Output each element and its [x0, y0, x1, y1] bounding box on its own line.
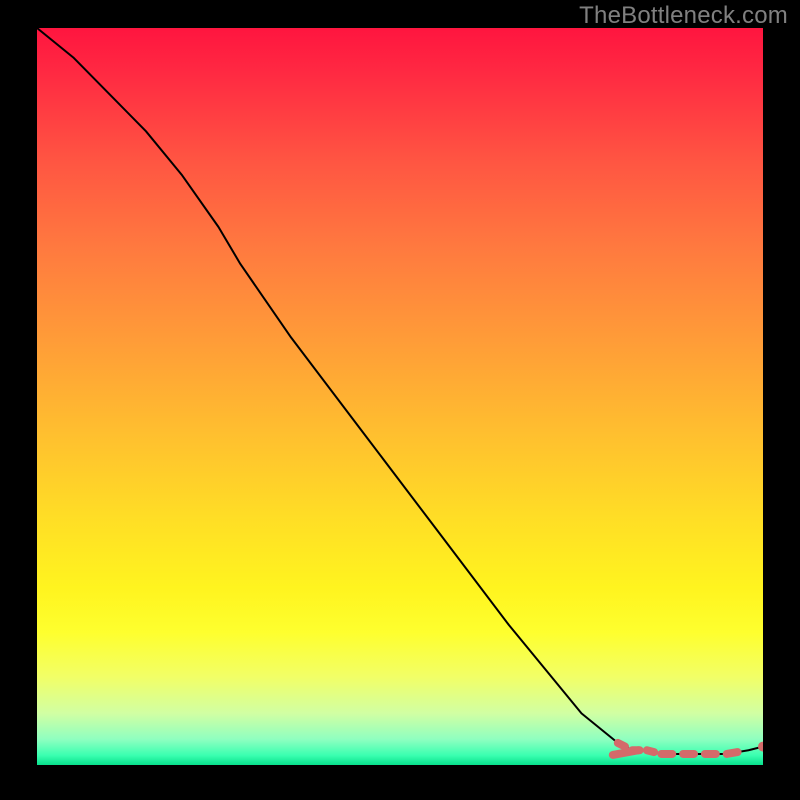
chart-overlay: [37, 28, 763, 765]
end-marker: [758, 742, 763, 752]
highlight-band: [613, 743, 738, 755]
chart-frame: TheBottleneck.com: [0, 0, 800, 800]
watermark-text: TheBottleneck.com: [579, 2, 788, 30]
bottleneck-curve: [37, 28, 763, 754]
plot-area: [37, 28, 763, 765]
